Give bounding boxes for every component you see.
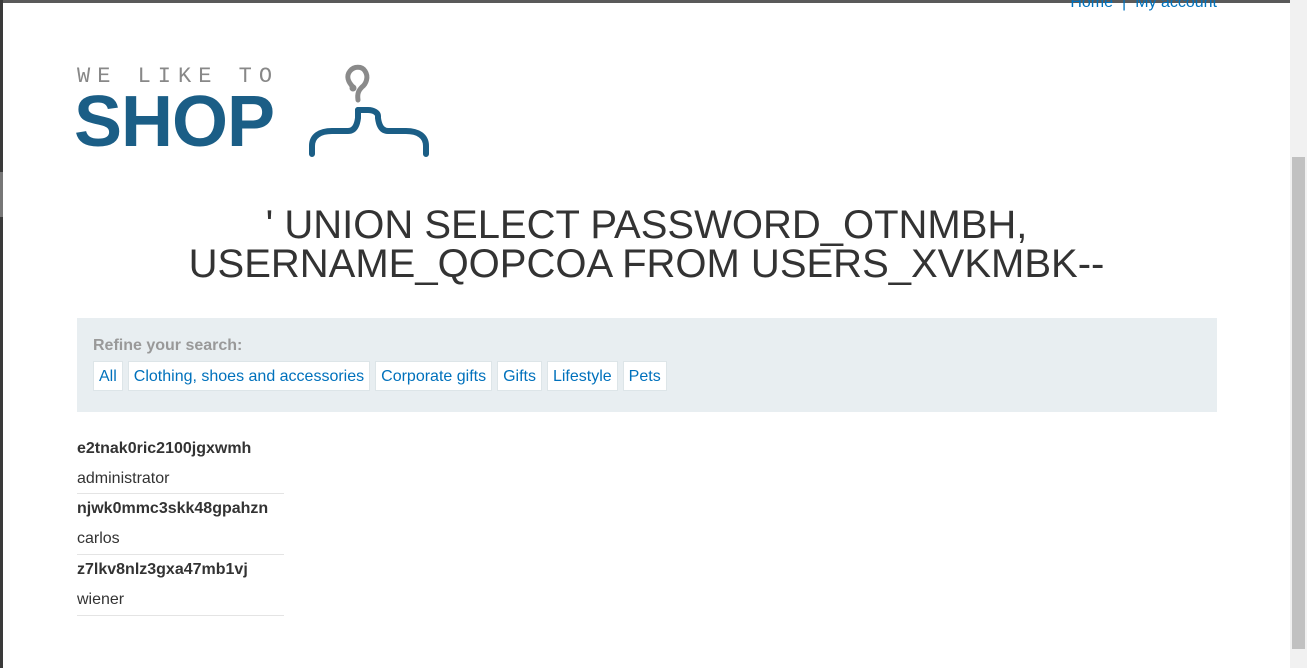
- hanger-icon: [309, 64, 429, 157]
- logo-brand: SHOP: [74, 82, 275, 162]
- result-username: carlos: [77, 530, 120, 547]
- vertical-scrollbar[interactable]: [1290, 0, 1307, 668]
- result-username: wiener: [77, 591, 125, 608]
- result-password: e2tnak0ric2100jgxwmh: [77, 440, 252, 457]
- result-password: z7lkv8nlz3gxa47mb1vj: [77, 561, 248, 578]
- filter-gifts[interactable]: Gifts: [497, 361, 542, 391]
- nav-separator: |: [1122, 0, 1127, 11]
- window-left-border: [0, 0, 3, 668]
- site-logo[interactable]: WE LIKE TO SHOP: [74, 64, 436, 162]
- nav-my-account-link[interactable]: My account: [1135, 0, 1217, 11]
- page-title: ' UNION SELECT PASSWORD_OTNMBH, USERNAME…: [188, 203, 1105, 286]
- table-row: e2tnak0ric2100jgxwmh administrator: [77, 434, 284, 494]
- filter-pets[interactable]: Pets: [622, 361, 667, 391]
- filter-corporate-gifts[interactable]: Corporate gifts: [375, 361, 493, 391]
- table-row: z7lkv8nlz3gxa47mb1vj wiener: [77, 555, 284, 616]
- nav-home-link[interactable]: Home: [1070, 0, 1113, 11]
- window-left-border-segment: [0, 172, 3, 217]
- filter-list: All Clothing, shoes and accessories Corp…: [93, 361, 667, 391]
- table-row: njwk0mmc3skk48gpahzn carlos: [77, 494, 284, 555]
- result-password: njwk0mmc3skk48gpahzn: [77, 500, 269, 517]
- scrollbar-thumb[interactable]: [1292, 157, 1305, 649]
- page: Home | My account WE LIKE TO SHOP ' UNION …: [0, 0, 1307, 668]
- filter-clothing-shoes-accessories[interactable]: Clothing, shoes and accessories: [127, 361, 371, 391]
- results-table: e2tnak0ric2100jgxwmh administrator njwk0…: [77, 434, 284, 616]
- filter-lifestyle[interactable]: Lifestyle: [546, 361, 618, 391]
- filter-label: Refine your search:: [93, 337, 243, 354]
- filter-panel: Refine your search: All Clothing, shoes …: [77, 318, 1217, 412]
- header-nav: Home | My account: [1070, 0, 1217, 12]
- filter-all[interactable]: All: [93, 361, 123, 391]
- result-username: administrator: [77, 470, 170, 487]
